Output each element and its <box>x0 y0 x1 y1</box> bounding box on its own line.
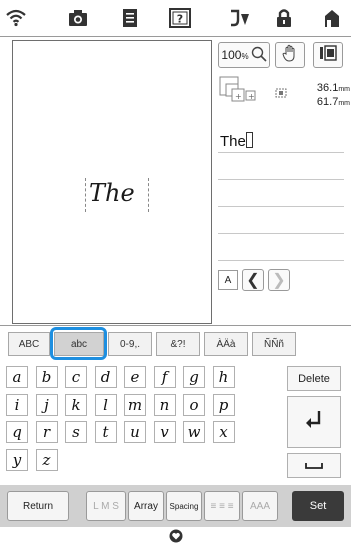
home-indicator <box>0 527 351 550</box>
array-button[interactable]: Array <box>128 491 164 521</box>
pattern-size-readout: 36.1mm 61.7mm <box>316 82 350 108</box>
tab-accented-a[interactable]: ÀÄà <box>204 332 248 356</box>
letter-key-p[interactable]: p <box>212 393 235 416</box>
letter-key-u[interactable]: u <box>124 421 146 443</box>
svg-text:?: ? <box>177 13 183 26</box>
text-line[interactable] <box>218 234 344 261</box>
space-button[interactable] <box>287 453 341 478</box>
text-line[interactable] <box>218 207 344 234</box>
cursor-left-button[interactable]: ❮ <box>242 269 264 291</box>
chevron-right-icon: ❯ <box>272 272 286 289</box>
letter-key-s[interactable]: s <box>65 421 87 443</box>
text-line[interactable] <box>218 180 344 207</box>
letter-key-i[interactable]: i <box>6 393 28 416</box>
zoom-level: 100% <box>221 48 249 62</box>
heart-icon <box>169 529 183 548</box>
top-bar: ? <box>0 0 351 36</box>
text-cursor <box>245 132 253 148</box>
lock-icon[interactable] <box>272 7 296 29</box>
letter-key-j[interactable]: j <box>35 393 58 416</box>
enter-button[interactable] <box>287 396 341 448</box>
letter-key-o[interactable]: o <box>183 393 205 416</box>
help-icon[interactable]: ? <box>168 7 192 29</box>
layout-icon: + + <box>218 75 260 108</box>
letter-key-x[interactable]: x <box>212 421 235 443</box>
letter-key-l[interactable]: l <box>94 393 117 416</box>
letter-key-e[interactable]: e <box>124 366 146 388</box>
screen-view-icon <box>319 44 337 66</box>
chevron-left-icon: ❮ <box>246 272 260 289</box>
embroidery-canvas[interactable]: The <box>12 40 212 324</box>
bottom-toolbar: Return L M S Array Spacing ≡ ≡ ≡ AAA Set <box>0 485 351 527</box>
space-icon <box>304 457 324 475</box>
letter-key-r[interactable]: r <box>35 421 58 443</box>
letter-key-h[interactable]: h <box>212 366 235 388</box>
tab-numbers[interactable]: 0-9,. <box>108 332 152 356</box>
letter-key-q[interactable]: q <box>6 421 28 443</box>
active-tab-highlight <box>50 327 107 360</box>
text-line[interactable]: The <box>218 126 344 153</box>
camera-icon[interactable] <box>66 7 90 29</box>
letter-key-b[interactable]: b <box>35 366 58 388</box>
size-icon <box>273 86 289 100</box>
letter-key-g[interactable]: g <box>183 366 205 388</box>
document-icon[interactable] <box>118 7 142 29</box>
letter-case-button[interactable]: AAA <box>242 491 278 521</box>
tab-symbols[interactable]: &?! <box>156 332 200 356</box>
text-line[interactable] <box>218 153 344 180</box>
pan-hand-button[interactable] <box>275 42 305 68</box>
layout-button[interactable]: + + <box>218 76 260 106</box>
wifi-icon[interactable] <box>4 7 28 29</box>
home-icon[interactable] <box>320 7 344 29</box>
svg-text:+: + <box>235 92 242 101</box>
alignment-button[interactable]: ≡ ≡ ≡ <box>204 491 240 521</box>
return-arrow-icon <box>304 409 324 436</box>
letter-key-n[interactable]: n <box>153 393 176 416</box>
tab-accented-n[interactable]: ÑÑñ <box>252 332 296 356</box>
letter-key-z[interactable]: z <box>35 448 58 471</box>
letter-key-d[interactable]: d <box>94 366 117 388</box>
letter-key-f[interactable]: f <box>153 366 176 388</box>
thread-icon[interactable] <box>228 7 252 29</box>
text-size-button[interactable]: L M S <box>86 491 126 521</box>
letter-key-v[interactable]: v <box>153 421 176 443</box>
letter-key-a[interactable]: a <box>6 366 28 388</box>
font-select-button[interactable]: A <box>218 270 238 290</box>
hand-icon <box>282 44 298 67</box>
view-toggle-button[interactable] <box>313 42 343 68</box>
letter-key-y[interactable]: y <box>6 448 28 471</box>
text-line-list: The <box>218 126 344 261</box>
cursor-navigation: A ❮ ❯ <box>218 266 290 294</box>
spacing-button[interactable]: Spacing <box>166 491 202 521</box>
letter-key-k[interactable]: k <box>65 393 87 416</box>
set-button[interactable]: Set <box>292 491 344 521</box>
cursor-right-button[interactable]: ❯ <box>268 269 290 291</box>
letter-key-m[interactable]: m <box>124 393 146 416</box>
letter-key-t[interactable]: t <box>94 421 117 443</box>
return-button[interactable]: Return <box>7 491 69 521</box>
letter-key-c[interactable]: c <box>65 366 87 388</box>
pattern-width-value: 36.1 <box>316 82 339 94</box>
pattern-height-value: 61.7 <box>316 96 339 108</box>
svg-text:+: + <box>248 92 255 101</box>
delete-button[interactable]: Delete <box>287 366 341 391</box>
magnifier-icon <box>251 46 267 65</box>
letter-key-w[interactable]: w <box>183 421 205 443</box>
tab-uppercase[interactable]: ABC <box>8 332 50 356</box>
pattern-preview-text: The <box>89 179 135 207</box>
zoom-button[interactable]: 100% <box>218 42 270 68</box>
